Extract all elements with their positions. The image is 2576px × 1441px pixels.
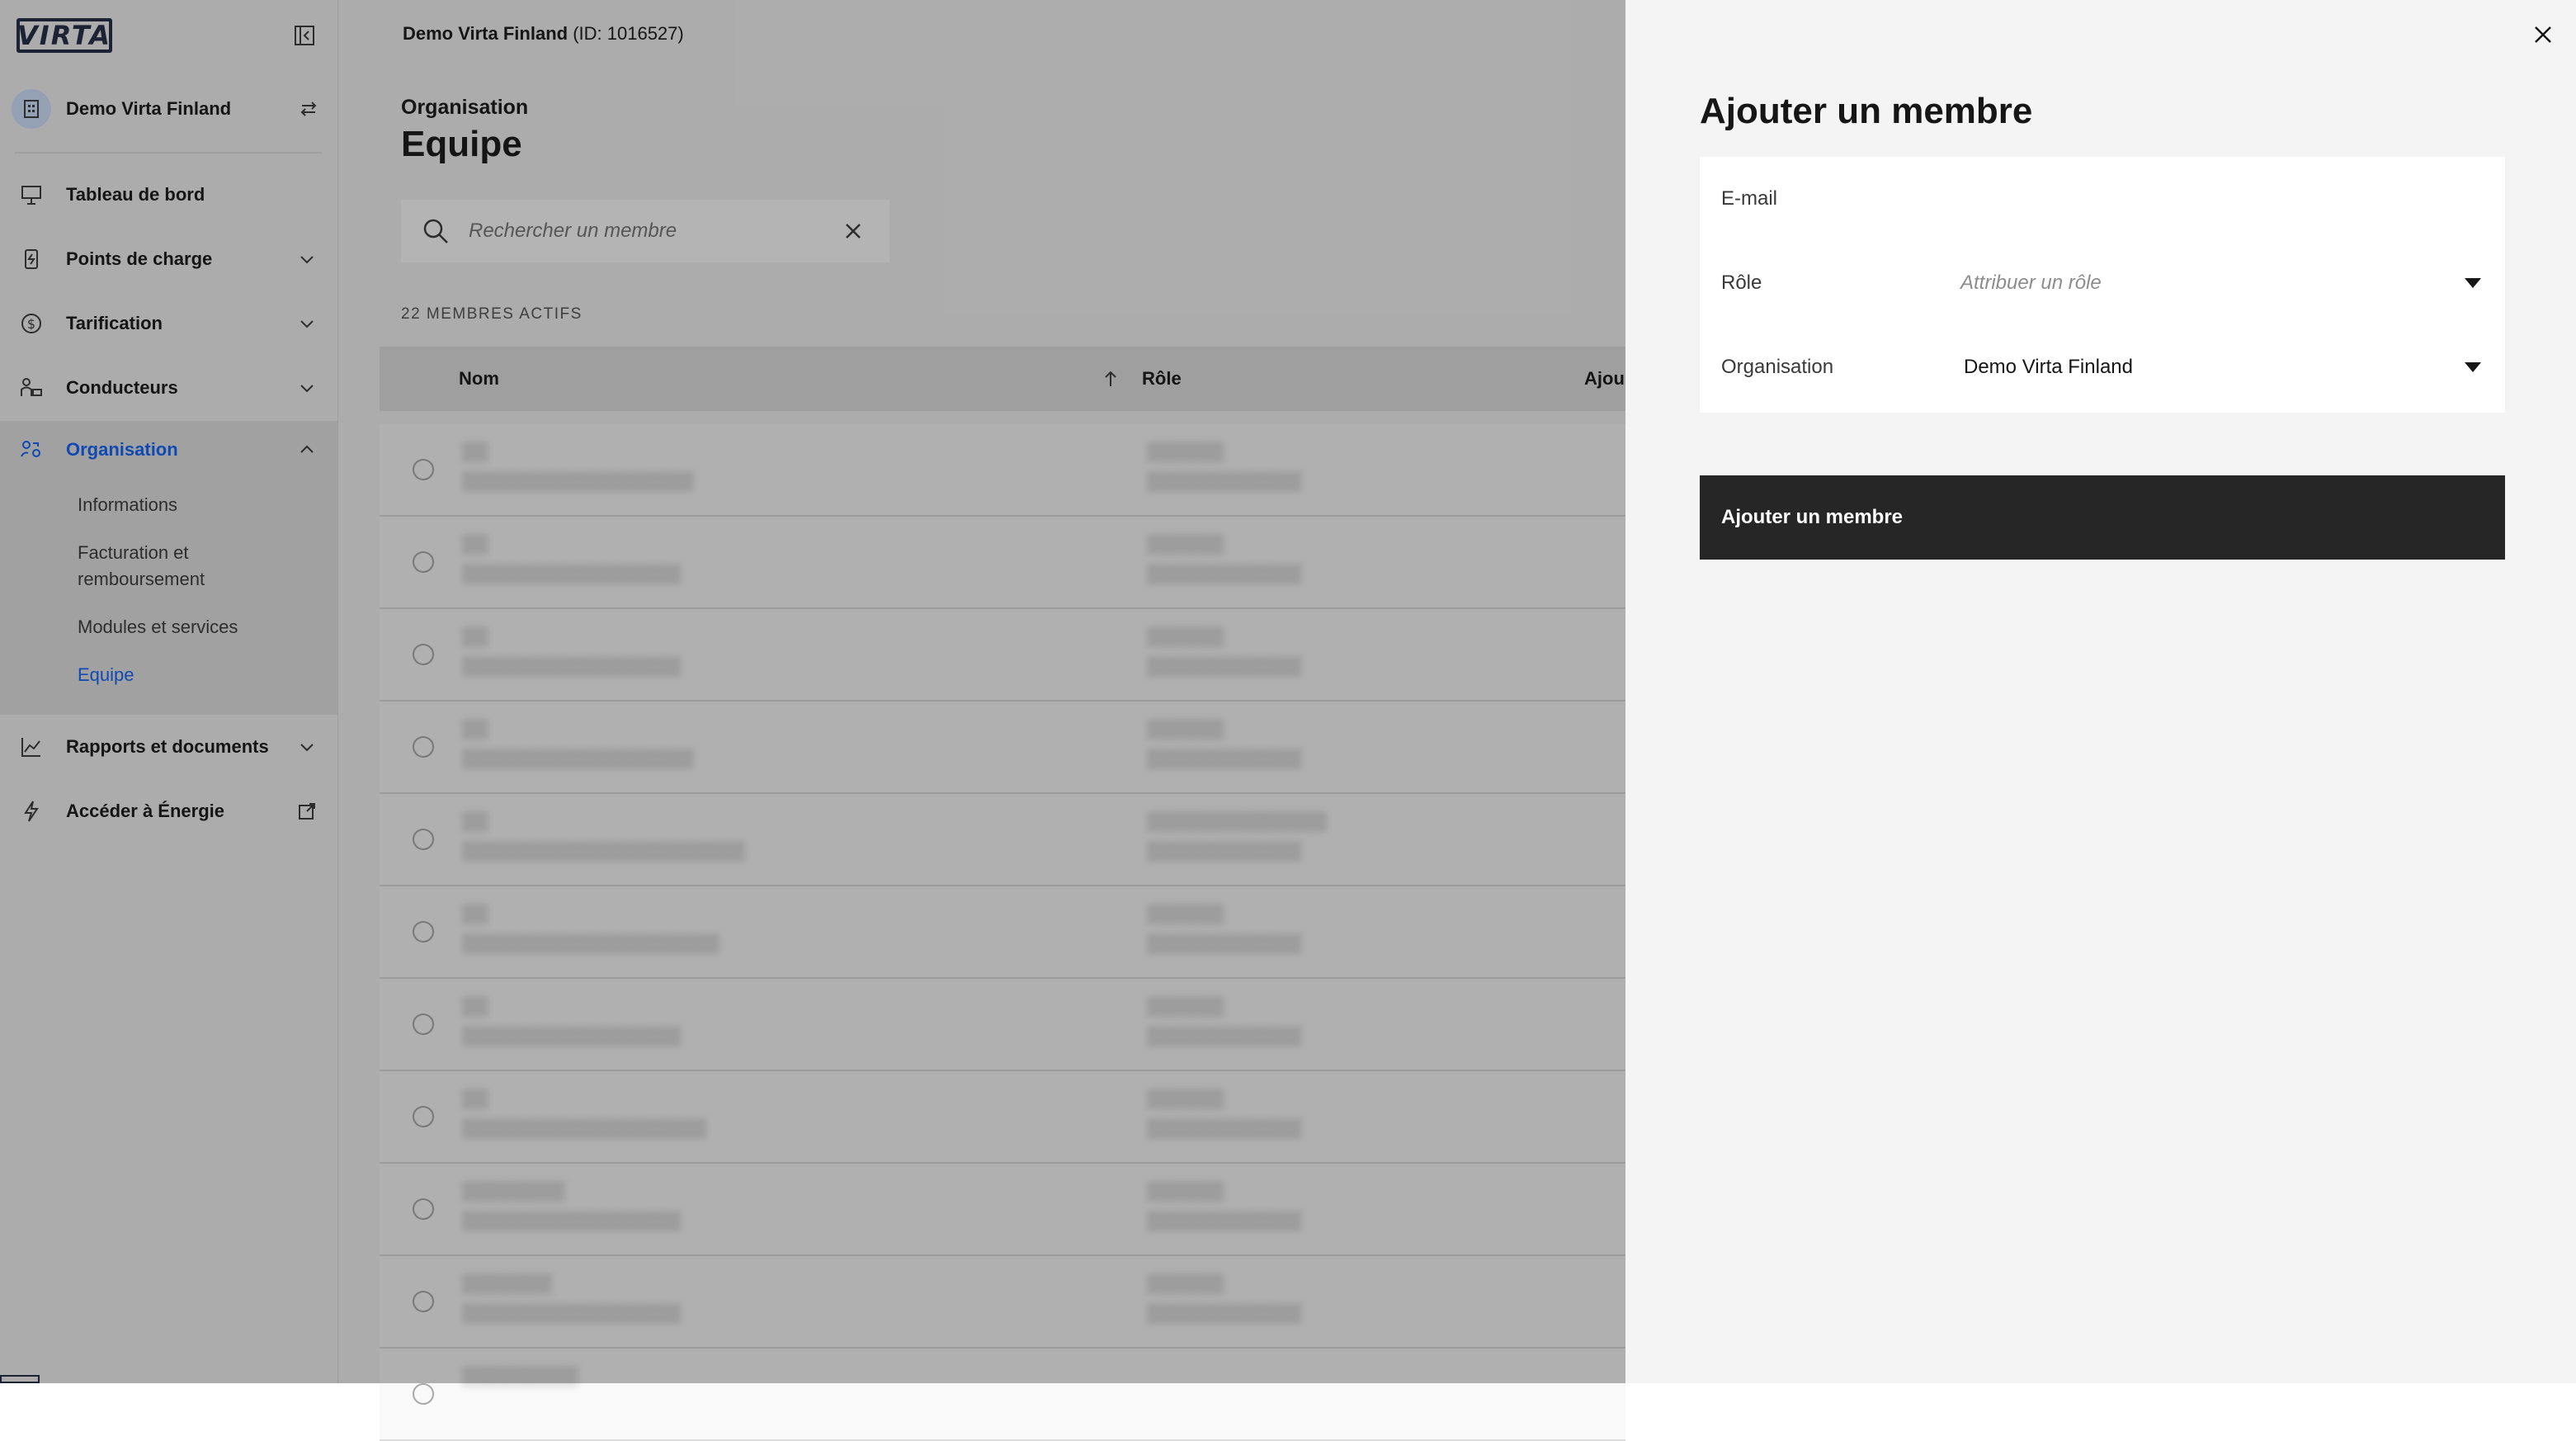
role-label: Rôle — [1721, 272, 1762, 294]
caret-down-icon — [2465, 278, 2481, 288]
close-icon[interactable] — [2531, 23, 2555, 46]
add-member-panel: Ajouter un membre E-mail Rôle Attribuer … — [1625, 0, 2576, 1383]
row-radio[interactable] — [413, 1383, 434, 1405]
email-field[interactable]: E-mail — [1700, 157, 2505, 241]
role-placeholder: Attribuer un rôle — [1960, 272, 2102, 294]
email-label: E-mail — [1721, 187, 1778, 210]
caret-down-icon — [2465, 362, 2481, 372]
add-member-button[interactable]: Ajouter un membre — [1700, 475, 2505, 560]
role-select[interactable]: Rôle Attribuer un rôle — [1700, 241, 2505, 325]
modal-backdrop[interactable] — [0, 0, 1625, 1383]
email-input[interactable] — [1947, 173, 2475, 224]
organization-label: Organisation — [1721, 356, 1834, 378]
organization-value: Demo Virta Finland — [1964, 356, 2133, 378]
organization-select[interactable]: Organisation Demo Virta Finland — [1700, 325, 2505, 409]
add-member-form: E-mail Rôle Attribuer un rôle Organisati… — [1700, 157, 2505, 413]
panel-title: Ajouter un membre — [1700, 91, 2033, 131]
